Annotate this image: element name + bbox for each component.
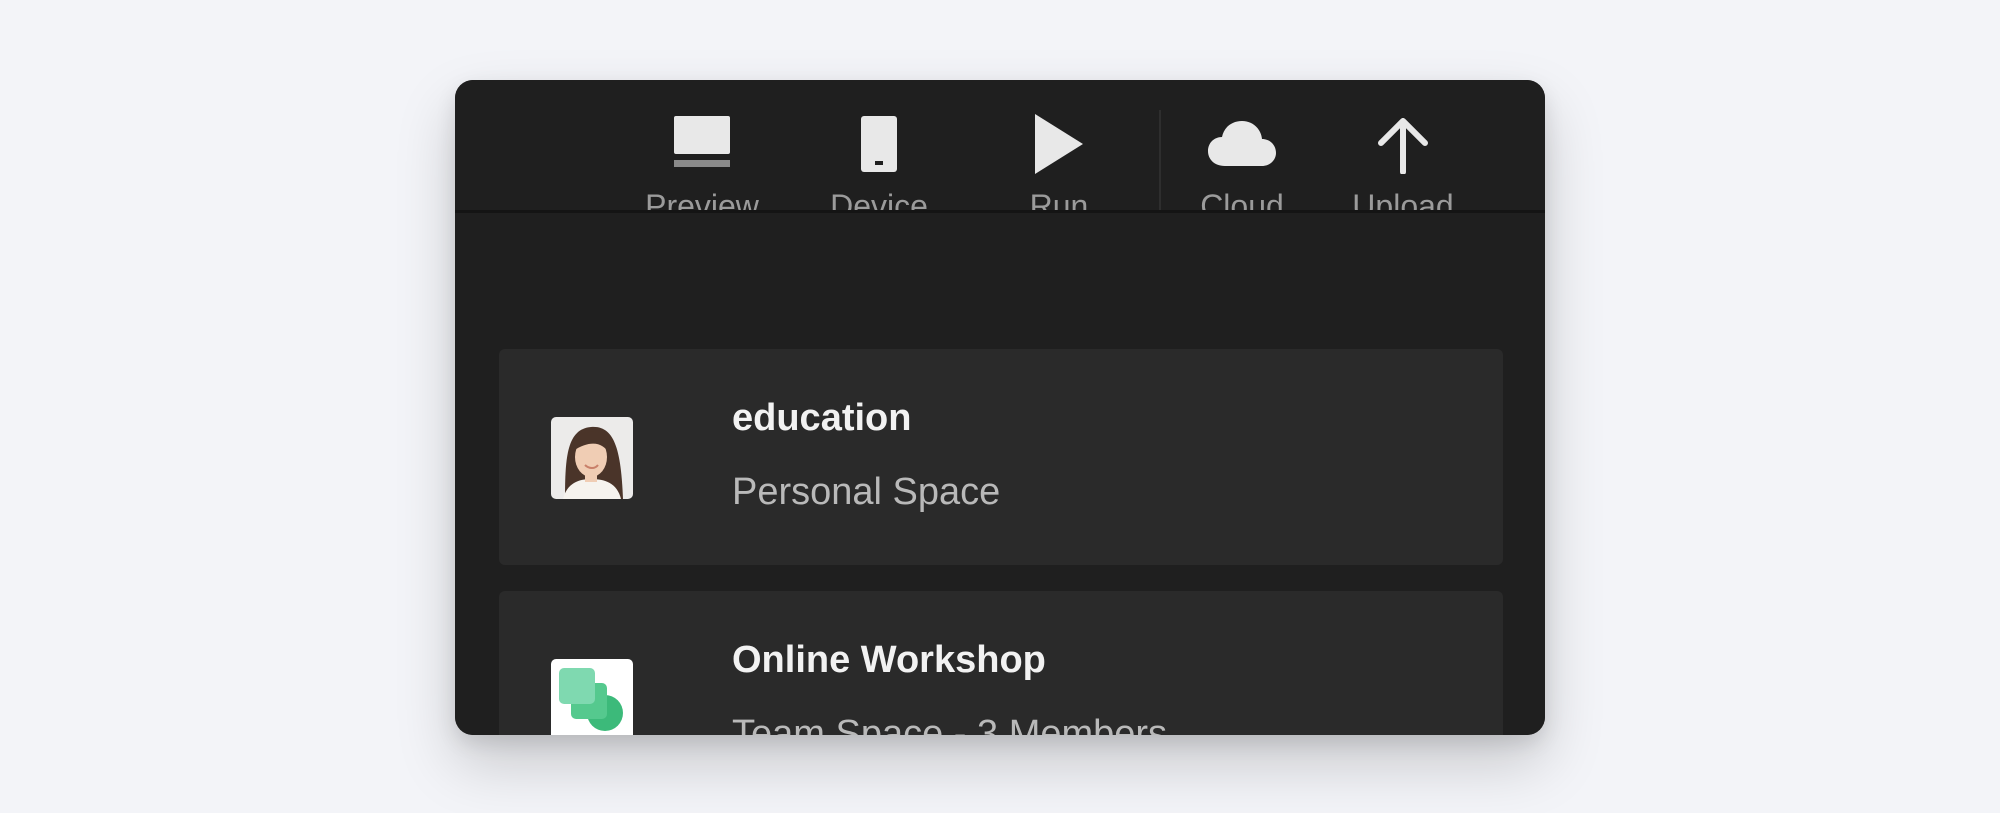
spaces-list: education Personal Space Online Workshop… [455,213,1545,735]
preview-button[interactable]: Preview [627,80,777,210]
device-label: Device [830,188,928,213]
run-button[interactable]: Run [984,80,1134,210]
toolbar-divider [1159,110,1161,210]
space-card-team[interactable]: Online Workshop Team Space - 3 Members [499,591,1503,735]
space-switcher-window: Preview Device Run Cloud Upload educatio… [455,80,1545,735]
space-title: Online Workshop [732,639,1046,681]
team-logo-icon [551,659,633,735]
cloud-icon [1167,120,1317,180]
run-label: Run [1029,188,1089,213]
user-avatar [551,417,633,499]
space-subtitle: Personal Space [732,471,1001,513]
cloud-button[interactable]: Cloud [1167,80,1317,210]
play-icon [984,114,1134,174]
preview-icon [627,116,777,176]
upload-arrow-icon [1323,116,1483,176]
space-title: education [732,397,912,439]
space-subtitle: Team Space - 3 Members [732,713,1168,735]
upload-button[interactable]: Upload [1323,80,1483,210]
toolbar: Preview Device Run Cloud Upload [455,80,1545,213]
cloud-label: Cloud [1200,188,1284,213]
device-icon [804,116,954,176]
device-button[interactable]: Device [804,80,954,210]
space-card-personal[interactable]: education Personal Space [499,349,1503,565]
preview-label: Preview [645,188,759,213]
upload-label: Upload [1352,188,1454,213]
